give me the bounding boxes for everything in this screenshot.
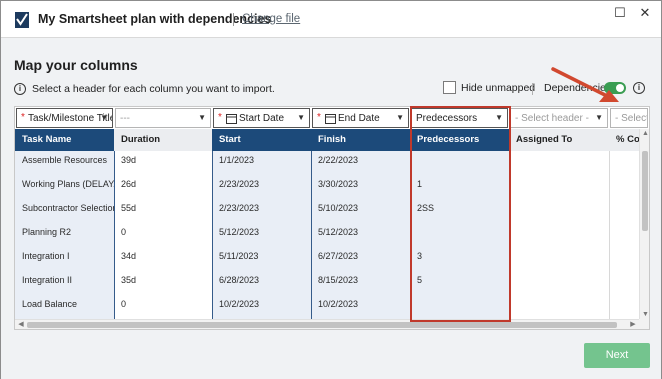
table-cell: 10/2/2023 [318, 299, 359, 309]
header-select-4[interactable]: * End Date ▼ [312, 108, 409, 128]
table-cell: Integration I [22, 251, 70, 261]
close-icon[interactable]: ✕ [635, 5, 655, 21]
header-select-value: End Date [338, 113, 380, 124]
scroll-corner [639, 319, 649, 329]
hide-unmapped-checkbox[interactable] [443, 81, 456, 94]
scroll-left-icon[interactable]: ◀ [16, 320, 26, 329]
table-cell: 26d [121, 179, 137, 189]
table-cell: 2/22/2023 [318, 155, 359, 165]
column-mapping-grid: * Task/Milestone Title ▼ --- ▼ * Start Date ▼ * E… [14, 106, 650, 330]
title-divider [233, 13, 234, 26]
table-cell: Integration II [22, 275, 73, 285]
table-cell: Planning R2 [22, 227, 72, 237]
chevron-down-icon: ▼ [297, 113, 305, 122]
scroll-right-icon[interactable]: ▶ [628, 320, 638, 329]
calendar-icon [325, 114, 336, 124]
chevron-down-icon: ▼ [396, 113, 404, 122]
table-cell: 2/23/2023 [219, 179, 260, 189]
header-select-row: * Task/Milestone Title ▼ --- ▼ * Start Date ▼ * E… [15, 107, 649, 129]
table-cell: 1/1/2023 [219, 155, 255, 165]
required-marker: * [218, 112, 222, 123]
table-cell: 2/23/2023 [219, 203, 260, 213]
header-select-3[interactable]: * Start Date ▼ [213, 108, 310, 128]
scroll-up-icon[interactable]: ▲ [641, 130, 649, 137]
table-cell: 35d [121, 275, 137, 285]
table-cell: 8/15/2023 [318, 275, 359, 285]
header-select-value: - Select header - [515, 113, 589, 124]
calendar-icon [226, 114, 237, 124]
table-cell [509, 244, 609, 268]
window-title: My Smartsheet plan with dependencies [38, 12, 272, 26]
table-cell [509, 196, 609, 220]
horizontal-scrollbar[interactable]: ◀ ▶ [15, 319, 639, 329]
instructions-text: Select a header for each column you want… [32, 83, 275, 95]
table-cell: 10/2/2023 [219, 299, 260, 309]
required-marker: * [317, 112, 321, 123]
header-select-1[interactable]: * Task/Milestone Title ▼ [16, 108, 113, 128]
scroll-down-icon[interactable]: ▼ [641, 311, 649, 318]
table-cell: Working Plans (DELAY... [22, 179, 114, 189]
table-cell [509, 172, 609, 196]
next-button[interactable]: Next [584, 343, 650, 368]
header-select-value: --- [120, 113, 130, 124]
table-cell [509, 220, 609, 244]
table-cell [509, 292, 609, 316]
table-cell [509, 148, 609, 172]
table-cell: Load Balance [22, 299, 78, 309]
page-title: Map your columns [14, 57, 138, 73]
table-cell: 5/12/2023 [318, 227, 359, 237]
header-select-7[interactable]: - Select [610, 108, 648, 128]
header-select-2[interactable]: --- ▼ [115, 108, 211, 128]
table-cell: 55d [121, 203, 137, 213]
maximize-icon[interactable]: ☐ [610, 5, 630, 21]
change-file-link[interactable]: Change file [242, 13, 300, 25]
table-cell: 5/11/2023 [219, 251, 259, 261]
header-select-value: Start Date [239, 113, 285, 124]
smartsheet-logo-icon [15, 12, 29, 28]
table-cell: 6/27/2023 [318, 251, 359, 261]
table-cell: Assemble Resources [22, 155, 108, 165]
table-cell: 3/30/2023 [318, 179, 359, 189]
horizontal-scroll-thumb[interactable] [27, 322, 617, 328]
chevron-down-icon: ▼ [198, 113, 206, 122]
table-cell: Subcontractor Selection [22, 203, 114, 213]
table-cell: 34d [121, 251, 137, 261]
vertical-scrollbar[interactable]: ▲ ▼ [639, 129, 649, 319]
hide-unmapped-label: Hide unmapped [461, 82, 536, 94]
predecessors-highlight-box [410, 106, 511, 322]
header-select-6[interactable]: - Select header - ▼ [510, 108, 608, 128]
title-bar: My Smartsheet plan with dependencies Cha… [1, 1, 661, 37]
content-area: Map your columns i Select a header for e… [1, 38, 661, 379]
table-cell: 5/10/2023 [318, 203, 359, 213]
chevron-down-icon: ▼ [595, 113, 603, 122]
data-rows: Assemble Resources 39d 1/1/2023 2/22/2023 Wo… [15, 148, 649, 329]
table-cell: 6/28/2023 [219, 275, 260, 285]
table-cell: 5/12/2023 [219, 227, 260, 237]
vertical-scroll-thumb[interactable] [642, 151, 648, 231]
info-icon: i [14, 83, 26, 95]
header-select-value: - Select [615, 113, 648, 124]
required-marker: * [21, 112, 25, 123]
table-cell: 39d [121, 155, 137, 165]
import-dialog: My Smartsheet plan with dependencies Cha… [0, 0, 662, 379]
table-cell: 0 [121, 299, 127, 309]
chevron-down-icon: ▼ [100, 113, 108, 122]
options-divider [532, 83, 533, 95]
table-cell [509, 268, 609, 292]
table-cell: 0 [121, 227, 127, 237]
